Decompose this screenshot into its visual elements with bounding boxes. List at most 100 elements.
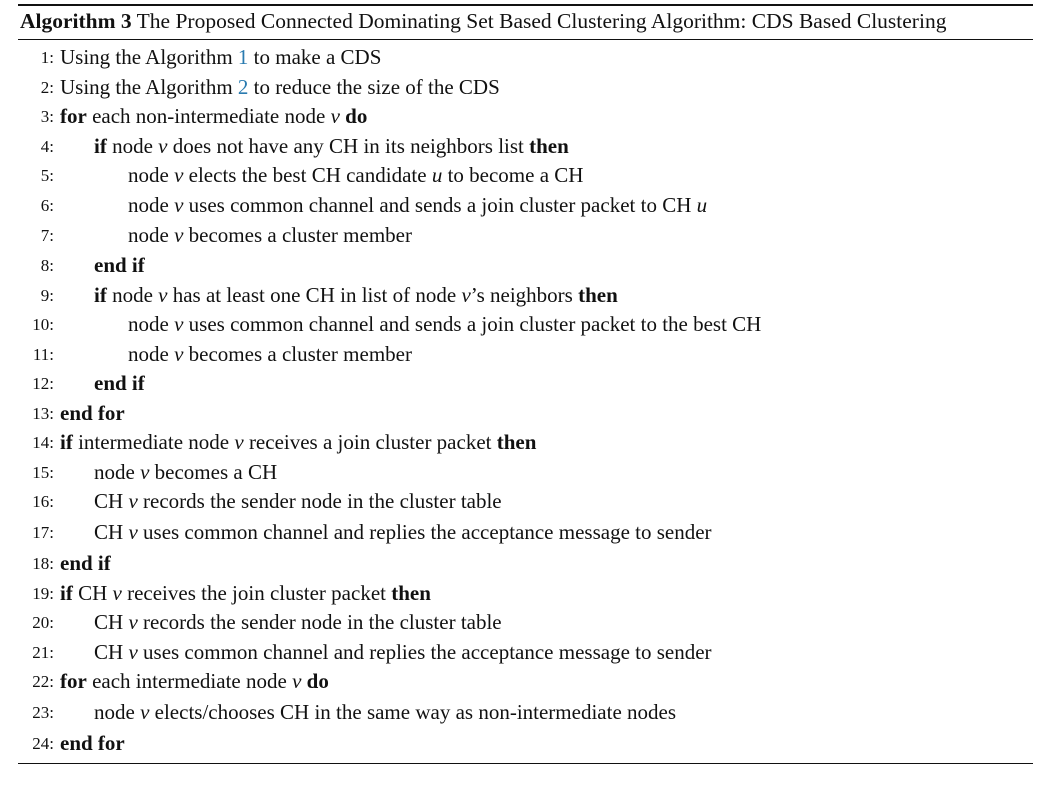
line-code: end for [60,728,125,759]
line-number: 24: [32,733,54,753]
algorithm-line: 17: CH v uses common channel and replies … [18,517,1033,548]
variable: v [174,223,184,247]
algorithm-line: 8: end if [18,251,1033,281]
variable: v [128,639,138,664]
code-text: ’s neighbors [470,282,579,307]
line-code: node v uses common channel and sends a j… [128,191,707,221]
keyword: end if [94,371,145,395]
keyword: then [578,282,618,307]
line-code: end for [60,399,125,429]
code-text: becomes a CH [149,459,278,484]
algorithm-line: 14: if intermediate node v receives a joi… [18,428,1033,458]
code-text: uses common channel and replies the acce… [137,519,712,544]
line-code: Using the Algorithm 1 to make a CDS [60,43,381,73]
code-text: node [94,459,141,484]
line-code: end if [94,251,145,281]
algorithm-line: 3: for each non-intermediate node v do [18,102,1033,132]
line-number: 8: [40,256,54,275]
code-text: does not have any CH in its neighbors li… [167,133,530,158]
keyword: do [345,104,368,128]
code-text: Using the Algorithm [60,74,238,99]
variable: v [128,519,138,544]
code-text: each intermediate node [86,669,293,693]
algorithm-block: Algorithm 3 The Proposed Connected Domin… [18,4,1033,764]
algorithm-line: 2: Using the Algorithm 2 to reduce the si… [18,73,1033,103]
code-text: node [94,699,141,724]
line-code: if node v has at least one CH in list of… [94,281,618,311]
code-text: becomes a cluster member [183,341,412,366]
algorithm-line: 12: end if [18,369,1033,399]
code-text: CH [94,639,129,664]
code-text: receives a join cluster packet [243,430,497,454]
algorithm-title: The Proposed Connected Dominating Set Ba… [136,9,947,33]
code-text: node [128,223,175,247]
keyword: if [60,430,73,454]
variable: v [140,459,150,484]
code-text: Using the Algorithm [60,45,238,69]
keyword: end if [94,253,145,277]
line-code: CH v records the sender node in the clus… [94,487,502,517]
line-code: for each intermediate node v do [60,667,329,697]
algorithm-line: 24: end for [18,728,1033,759]
code-text: CH [94,489,129,513]
line-number: 17: [32,522,54,542]
line-code: CH v uses common channel and replies the… [94,638,712,668]
variable: v [174,192,184,217]
line-number: 11: [32,344,54,364]
line-number: 22: [32,672,54,691]
line-number: 13: [32,403,54,423]
keyword: if [60,580,73,605]
code-text: receives the join cluster packet [121,580,392,605]
keyword: end for [60,400,125,425]
algorithm-reference-link[interactable]: 2 [238,75,249,99]
algorithm-line: 20: CH v records the sender node in the c… [18,608,1033,638]
line-number: 21: [32,642,54,662]
keyword: if [94,282,107,307]
algorithm-line: 13: end for [18,399,1033,429]
line-number: 19: [32,583,54,603]
line-number: 6: [40,195,54,215]
variable: v [234,430,244,454]
code-text: intermediate node [72,430,235,454]
line-number: 16: [32,492,54,511]
line-number: 7: [40,226,54,245]
code-text: node [106,282,159,307]
line-code: node v elects the best CH candidate u to… [128,161,583,191]
keyword: then [496,430,537,454]
code-text: each non-intermediate node [86,104,331,128]
bottom-rule [18,762,1033,764]
variable: v [140,699,150,724]
line-code: end if [60,548,111,579]
code-text: uses common channel and sends a join clu… [183,192,697,217]
line-number: 15: [32,462,54,482]
line-number: 3: [40,107,54,126]
keyword: for [60,669,87,693]
variable: v [174,312,184,336]
line-code: if CH v receives the join cluster packet… [60,579,431,609]
line-code: CH v uses common channel and replies the… [94,517,712,548]
code-text: node [128,163,175,187]
algorithm-reference-link[interactable]: 1 [238,45,249,69]
line-code: for each non-intermediate node v do [60,102,367,132]
line-code: if node v does not have any CH in its ne… [94,132,569,162]
code-text: node [128,192,175,217]
line-number: 12: [32,374,54,393]
variable: v [174,163,184,187]
code-text: elects/chooses CH in the same way as non… [149,699,677,724]
algorithm-line: 11: node v becomes a cluster member [18,340,1033,370]
code-text: records the sender node in the cluster t… [137,610,502,634]
variable: u [431,163,443,187]
algorithm-line: 16: CH v records the sender node in the c… [18,487,1033,517]
code-text: to become a CH [442,163,584,187]
algorithm-line: 5: node v elects the best CH candidate u … [18,161,1033,191]
algorithm-line: 9: if node v has at least one CH in list … [18,281,1033,311]
algorithm-line: 18: end if [18,548,1033,579]
variable: v [128,489,138,513]
variable: v [174,341,184,366]
line-code: node v becomes a cluster member [128,340,412,370]
line-code: node v becomes a CH [94,458,277,488]
variable: v [461,282,471,307]
line-number: 5: [40,166,54,185]
code-text: uses common channel and replies the acce… [137,639,712,664]
code-text: elects the best CH candidate [183,163,432,187]
